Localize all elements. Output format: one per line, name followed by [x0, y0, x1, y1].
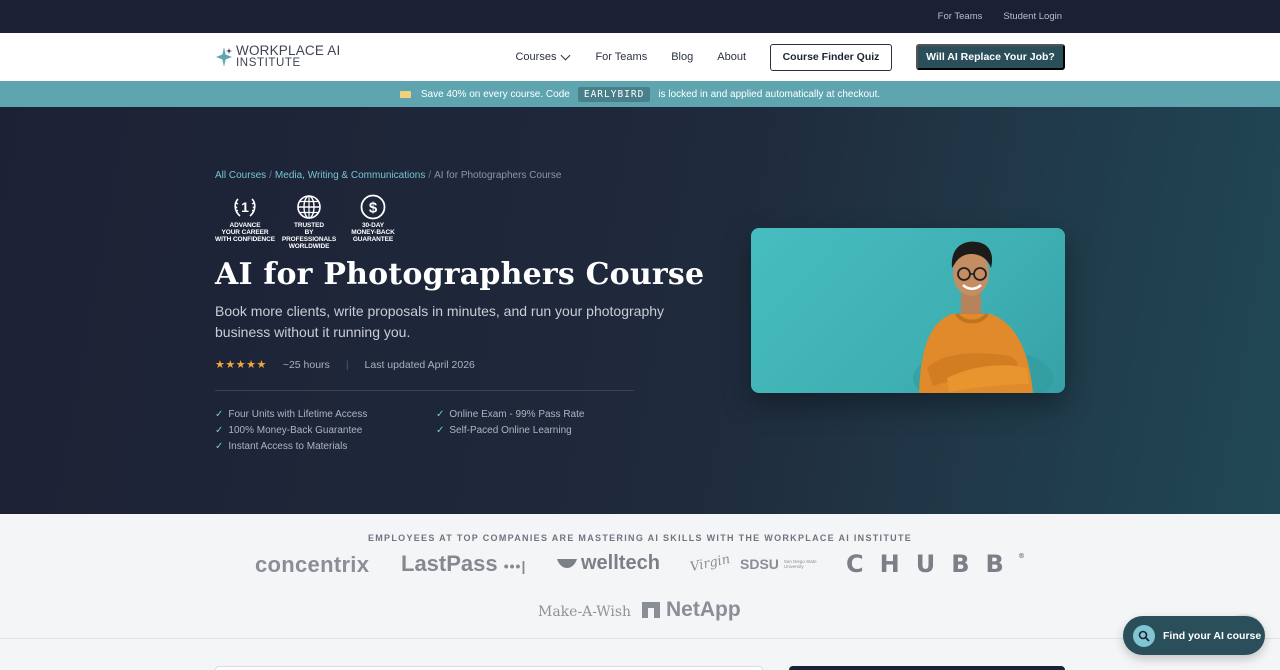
feature-text: Online Exam - 99% Pass Rate — [449, 408, 585, 420]
svg-text:$: $ — [369, 200, 378, 217]
feature-list: ✓ Four Units with Lifetime Access ✓ Online… — [215, 408, 636, 452]
sparkle-logo-icon — [216, 47, 232, 67]
logo-line-2: INSTITUTE — [236, 57, 301, 69]
badge-trusted: TRUSTED BY PROFESSIONALS WORLDWIDE — [279, 193, 339, 250]
badge-2-line-3: WORLDWIDE — [288, 243, 330, 250]
promo-banner: Save 40% on every course. Code EARLYBIRD… — [0, 81, 1280, 107]
smiling-man-image — [913, 241, 1053, 393]
globe-icon — [297, 195, 321, 219]
nav-about[interactable]: About — [717, 51, 746, 63]
last-updated: Last updated April 2026 — [364, 358, 475, 371]
page-subtitle: Book more clients, write proposals in mi… — [215, 303, 665, 340]
badge-2-line-1: TRUSTED — [294, 222, 324, 229]
check-icon: ✓ — [436, 408, 445, 420]
logo-line-1: WORKPLACE AI — [236, 43, 341, 58]
badge-1-line-3: WITH CONFIDENCE — [215, 236, 275, 243]
meta-divider: | — [345, 358, 349, 371]
logo-concentrix: concentrix — [255, 552, 370, 577]
ticket-icon — [399, 90, 411, 98]
badge-1-line-2: YOUR CAREER — [221, 229, 269, 236]
promo-text-after: is locked in and applied automatically a… — [658, 88, 881, 100]
student-login-link[interactable]: Student Login — [1003, 11, 1062, 22]
will-ai-replace-job-button[interactable]: Will AI Replace Your Job? — [916, 44, 1065, 70]
feature-item: ✓ 100% Money-Back Guarantee — [215, 424, 436, 436]
breadcrumb-separator: / — [428, 170, 432, 181]
logo-netapp: NetApp — [642, 598, 741, 622]
find-course-label: Find your AI course — [1163, 629, 1262, 642]
badge-advance-career: 1 ADVANCE YOUR CAREER WITH CONFIDENCE — [215, 193, 275, 250]
rating-stars-icon: ★★★★★ — [215, 359, 267, 371]
logo-chubb-text: CHUBB — [846, 550, 1020, 578]
breadcrumb-category[interactable]: Media, Writing & Communications — [275, 170, 425, 181]
hero-photo — [751, 228, 1065, 393]
course-finder-quiz-button[interactable]: Course Finder Quiz — [770, 43, 892, 71]
course-duration: ~25 hours — [282, 358, 330, 371]
page-title: AI for Photographers Course — [215, 257, 705, 292]
badge-money-back: $ 30-DAY MONEY-BACK GUARANTEE — [343, 193, 403, 250]
check-icon: ✓ — [215, 440, 224, 452]
feature-text: Instant Access to Materials — [228, 440, 348, 452]
companies-heading: EMPLOYEES AT TOP COMPANIES ARE MASTERING… — [367, 533, 913, 543]
nav-courses-label: Courses — [515, 51, 557, 63]
sidebar-card-edge — [789, 666, 1065, 670]
breadcrumb: All Courses / Media, Writing & Communicati… — [215, 170, 561, 181]
promo-text-before: Save 40% on every course. Code — [420, 88, 570, 100]
number-one-laurel-icon: 1 — [234, 198, 256, 217]
company-logos-section: EMPLOYEES AT TOP COMPANIES ARE MASTERING… — [0, 514, 1280, 639]
content-card-edge — [215, 666, 763, 670]
badge-3-line-2: MONEY-BACK — [351, 229, 395, 236]
course-meta: ★★★★★ ~25 hours | Last updated April 202… — [215, 358, 475, 372]
search-icon — [1133, 624, 1155, 647]
logo-welltech-text: welltech — [581, 552, 660, 574]
logo-lastpass-text: LastPass — [401, 551, 498, 576]
trust-badges: 1 ADVANCE YOUR CAREER WITH CONFIDENCE TR… — [215, 193, 403, 250]
logo-make-a-wish: Make-A-Wish — [538, 604, 632, 620]
feature-item: ✓ Online Exam - 99% Pass Rate — [436, 408, 636, 420]
chevron-down-icon — [561, 50, 571, 60]
welltech-mark-icon — [557, 558, 577, 568]
site-logo[interactable]: WORKPLACE AI INSTITUTE — [215, 43, 341, 69]
check-icon: ✓ — [215, 408, 224, 420]
logo-sdsu: SDSU San Diego State University — [740, 556, 822, 572]
svg-text:1: 1 — [241, 199, 249, 215]
main-nav: WORKPLACE AI INSTITUTE Courses For Teams… — [0, 33, 1280, 81]
logo-lastpass-dots: •••| — [503, 558, 527, 574]
logo-welltech: welltech — [556, 552, 660, 575]
registered-mark: ® — [1018, 552, 1025, 560]
nav-blog[interactable]: Blog — [671, 51, 693, 63]
badge-1-line-1: ADVANCE — [229, 222, 261, 229]
find-course-button[interactable]: Find your AI course — [1123, 616, 1265, 655]
utility-for-teams-link[interactable]: For Teams — [938, 11, 983, 22]
badge-3-line-3: GUARANTEE — [352, 236, 394, 243]
hero-divider-line — [215, 390, 634, 391]
feature-text: Self-Paced Online Learning — [449, 424, 572, 436]
hero-section: All Courses / Media, Writing & Communicati… — [0, 107, 1280, 515]
feature-item: ✓ Four Units with Lifetime Access — [215, 408, 436, 420]
logo-sdsu-text: SDSU — [740, 556, 779, 572]
breadcrumb-current: AI for Photographers Course — [434, 170, 562, 181]
feature-item: ✓ Self-Paced Online Learning — [436, 424, 636, 436]
breadcrumb-separator: / — [269, 170, 272, 181]
logo-lastpass: LastPass •••| — [401, 551, 526, 577]
feature-text: Four Units with Lifetime Access — [228, 408, 368, 420]
logo-netapp-text: NetApp — [666, 598, 741, 621]
breadcrumb-all-courses[interactable]: All Courses — [215, 170, 266, 181]
utility-bar: For Teams Student Login — [0, 0, 1280, 33]
badge-2-line-2: BY PROFESSIONALS — [281, 229, 337, 243]
promo-code: EARLYBIRD — [577, 86, 651, 102]
feature-item: ✓ Instant Access to Materials — [215, 440, 436, 452]
netapp-mark-icon — [642, 602, 660, 618]
badge-3-line-1: 30-DAY — [362, 222, 384, 229]
dollar-icon: $ — [360, 194, 386, 220]
nav-courses-dropdown[interactable]: Courses — [515, 50, 571, 63]
logo-sdsu-subtext: San Diego State University — [783, 559, 817, 569]
logo-chubb: CHUBB ® — [846, 550, 1025, 578]
check-icon: ✓ — [436, 424, 445, 436]
logo-virgin: Virgin — [688, 551, 732, 576]
nav-for-teams[interactable]: For Teams — [595, 51, 647, 63]
check-icon: ✓ — [215, 424, 224, 436]
feature-text: 100% Money-Back Guarantee — [228, 424, 363, 436]
